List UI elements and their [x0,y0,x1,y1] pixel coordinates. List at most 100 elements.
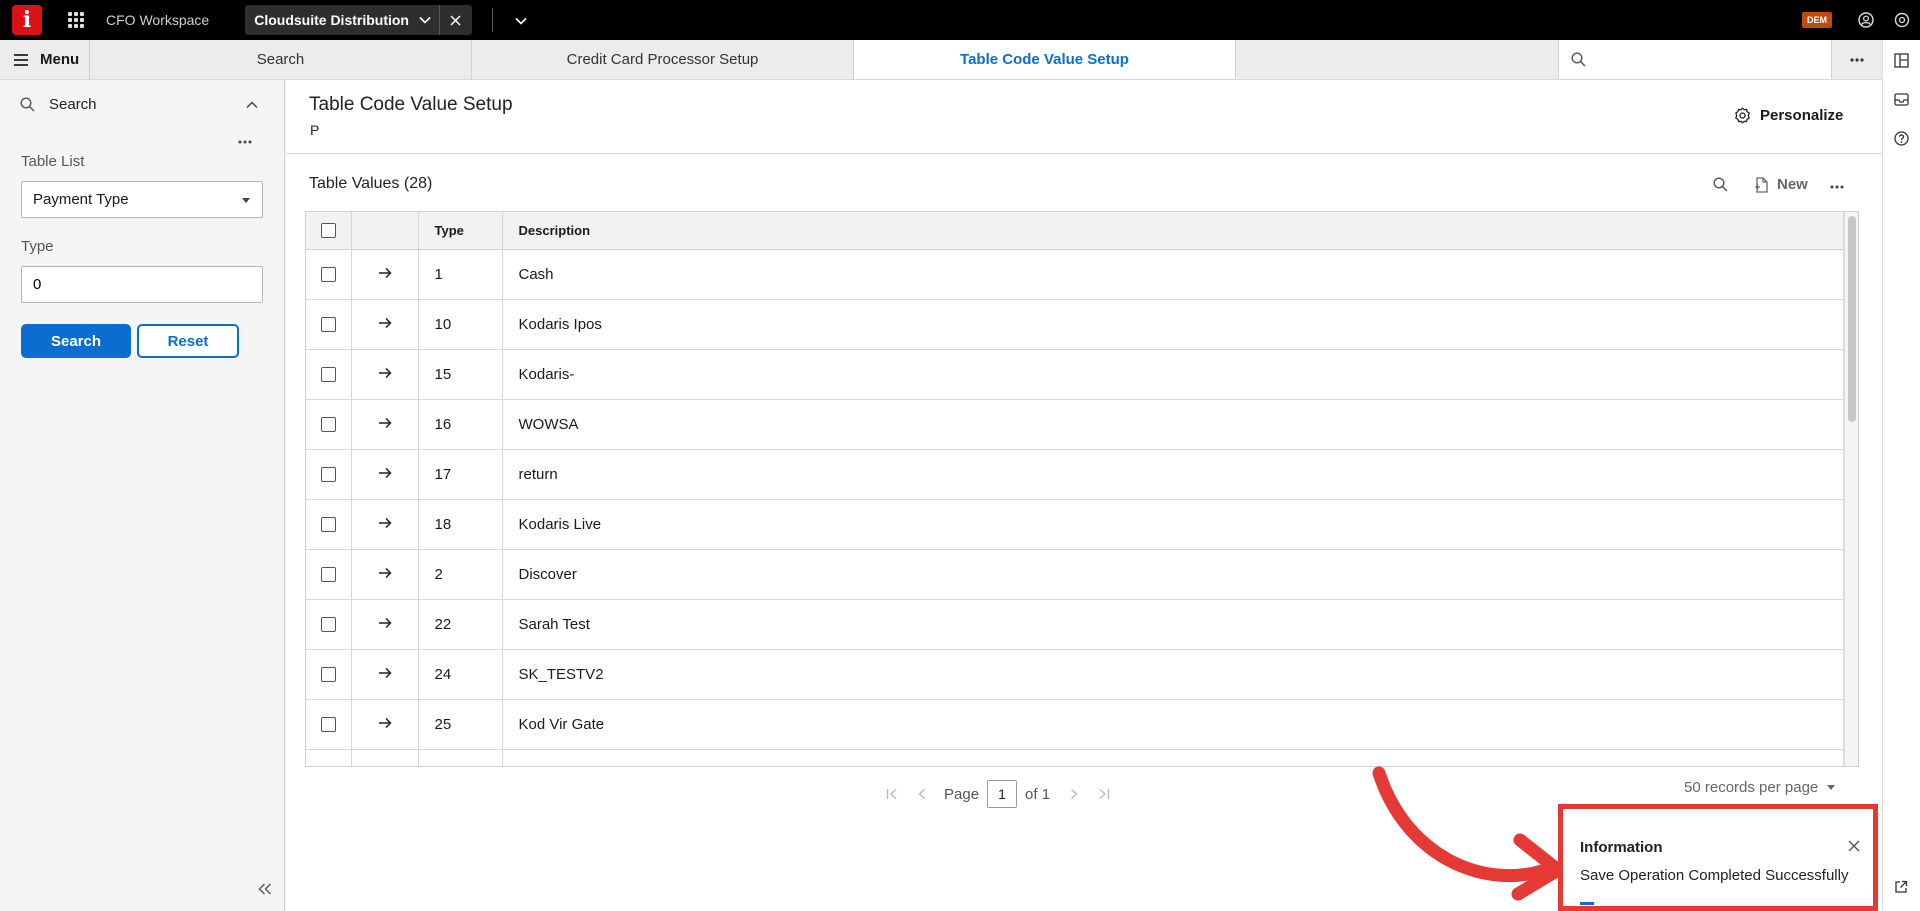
cell-type[interactable]: 18 [418,499,503,550]
close-app-button[interactable] [440,14,472,26]
cell-type[interactable]: 16 [418,399,503,450]
infor-logo[interactable]: i [12,5,42,35]
table-row[interactable] [306,749,1844,766]
global-search-input[interactable] [1596,44,1816,75]
user-profile-button[interactable] [1848,12,1884,28]
chevron-down-icon[interactable] [419,16,431,24]
row-drill-button[interactable] [351,349,419,400]
row-drill-button[interactable] [351,499,419,550]
last-page-button[interactable] [1098,788,1110,800]
cell-description[interactable]: Kodaris- [502,349,1844,400]
cell-description[interactable]: WOWSA [502,399,1844,450]
settings-button[interactable] [1884,12,1920,28]
row-checkbox[interactable] [320,717,336,733]
layout-button[interactable] [1894,53,1909,72]
select-all-checkbox[interactable] [320,223,336,239]
next-page-button[interactable] [1070,788,1078,800]
search-button[interactable]: Search [21,324,131,358]
search-options-button[interactable] [238,131,252,148]
table-row[interactable]: 17 return [306,449,1844,500]
table-row[interactable]: 18 Kodaris Live [306,499,1844,550]
table-row[interactable]: 16 WOWSA [306,399,1844,450]
row-drill-button[interactable] [351,549,419,600]
more-options-button[interactable] [1832,40,1882,79]
global-search[interactable] [1559,40,1832,79]
search-icon[interactable] [1713,177,1728,192]
table-row[interactable]: 24 SK_TESTV2 [306,649,1844,700]
cell-description[interactable]: Kodaris Live [502,499,1844,550]
cell-type[interactable]: 15 [418,349,503,400]
records-per-page-dropdown[interactable]: 50 records per page [1684,779,1836,796]
first-page-button[interactable] [886,788,898,800]
grid-scrollbar[interactable] [1844,212,1858,766]
row-drill-button[interactable] [351,649,419,700]
cell-type[interactable] [418,749,503,766]
cell-type[interactable]: 17 [418,449,503,500]
inbox-button[interactable] [1894,92,1909,111]
row-checkbox[interactable] [320,267,336,283]
row-checkbox[interactable] [320,667,336,683]
app-chip[interactable]: Cloudsuite Distribution [245,5,472,35]
cell-type[interactable]: 22 [418,599,503,650]
cell-description[interactable]: Sarah Test [502,599,1844,650]
tab-search[interactable]: Search [90,40,472,79]
cell-type[interactable]: 25 [418,699,503,750]
row-checkbox[interactable] [320,517,336,533]
row-checkbox[interactable] [320,567,336,583]
row-drill-button[interactable] [351,249,419,300]
row-drill-button[interactable] [351,599,419,650]
search-panel-header[interactable]: Search [0,80,284,128]
table-row[interactable]: 15 Kodaris- [306,349,1844,400]
tab-table-code-value-setup[interactable]: Table Code Value Setup [854,40,1236,79]
cell-description[interactable]: Cash [502,249,1844,300]
personalize-button[interactable]: Personalize [1734,107,1843,124]
row-checkbox[interactable] [320,617,336,633]
row-checkbox[interactable] [320,367,336,383]
row-checkbox[interactable] [320,317,336,333]
cell-type[interactable]: 2 [418,549,503,600]
cell-type[interactable]: 24 [418,649,503,700]
row-drill-button[interactable] [351,449,419,500]
row-checkbox[interactable] [320,417,336,433]
help-button[interactable] [1894,131,1909,150]
open-external-button[interactable] [1894,880,1908,898]
table-row[interactable]: 25 Kod Vir Gate [306,699,1844,750]
cell-description[interactable]: Kodaris Ipos [502,299,1844,350]
table-row[interactable]: 22 Sarah Test [306,599,1844,650]
grid-more-button[interactable] [1830,176,1844,193]
table-list-dropdown[interactable]: Payment Type [21,181,263,218]
row-drill-button[interactable] [351,399,419,450]
cell-description[interactable]: return [502,449,1844,500]
table-row[interactable]: 1 Cash [306,249,1844,300]
type-field[interactable] [21,266,263,303]
workspace-title[interactable]: CFO Workspace [106,12,209,28]
column-header-description[interactable]: Description [502,212,1844,250]
prev-page-button[interactable] [918,788,926,800]
cell-description[interactable] [502,749,1844,766]
cell-type[interactable]: 1 [418,249,503,300]
reset-button[interactable]: Reset [137,324,239,358]
column-header-type[interactable]: Type [418,212,503,250]
cell-description[interactable]: Kod Vir Gate [502,699,1844,750]
app-launcher-icon[interactable] [68,12,84,28]
table-list-value: Payment Type [33,191,129,208]
new-button[interactable]: New [1754,176,1808,193]
scrollbar-thumb[interactable] [1848,216,1856,422]
collapse-search-button[interactable] [246,96,258,113]
menu-button[interactable]: Menu [0,40,90,79]
row-checkbox[interactable] [320,467,336,483]
collapse-panel-button[interactable] [258,882,272,899]
cell-description[interactable]: Discover [502,549,1844,600]
toast-close-button[interactable] [1848,839,1860,856]
table-row[interactable]: 2 Discover [306,549,1844,600]
cell-type[interactable]: 10 [418,299,503,350]
row-drill-button[interactable] [351,699,419,750]
row-drill-button[interactable] [351,299,419,350]
cell-description[interactable]: SK_TESTV2 [502,649,1844,700]
user-badge[interactable]: DEM [1802,12,1832,28]
app-switcher-button[interactable] [515,12,527,29]
tab-credit-card-processor-setup[interactable]: Credit Card Processor Setup [472,40,854,79]
table-row[interactable]: 10 Kodaris Ipos [306,299,1844,350]
page-number-input[interactable] [987,780,1018,808]
row-drill-button[interactable] [351,749,419,766]
